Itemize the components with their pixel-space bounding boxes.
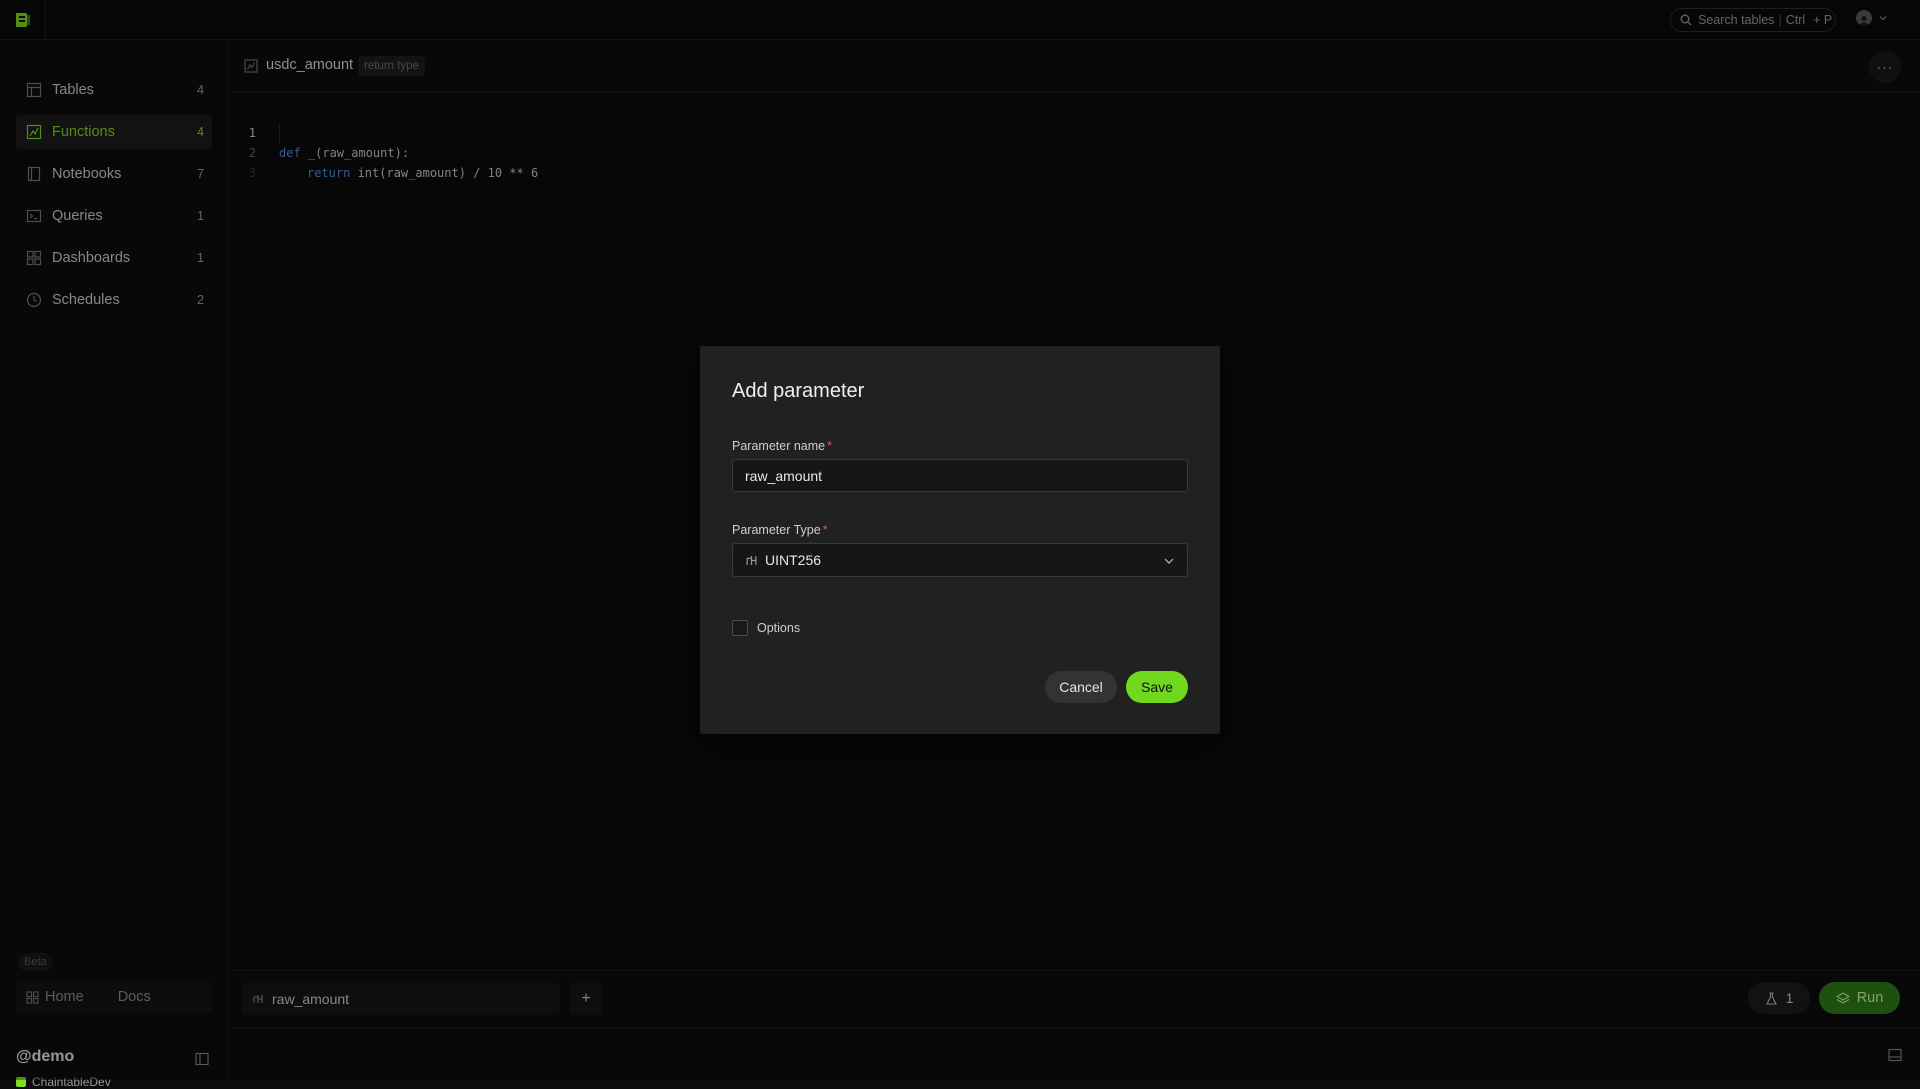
parameter-name-label: Parameter name * [732,439,832,453]
label-text: Parameter Type [732,523,821,537]
options-label: Options [757,621,801,635]
required-mark: * [827,439,832,453]
options-checkbox[interactable] [732,620,748,636]
parameter-type-select[interactable]: UINT256 [732,543,1188,577]
parameter-type-label: Parameter Type * [732,523,828,537]
selected-type: UINT256 [765,552,822,568]
required-mark: * [822,523,828,537]
label-text: Parameter name [732,439,826,453]
type-icon [746,555,757,565]
options-checkbox-row[interactable]: Options [732,620,800,636]
chevron-down-icon [1164,558,1174,564]
cancel-button[interactable]: Cancel [1045,671,1117,703]
add-parameter-dialog: Add parameter Parameter name* Parameter … [700,346,1220,734]
save-button[interactable]: Save [1126,671,1188,703]
dialog-title: Add parameter [732,380,865,402]
parameter-name-input[interactable] [732,459,1188,492]
